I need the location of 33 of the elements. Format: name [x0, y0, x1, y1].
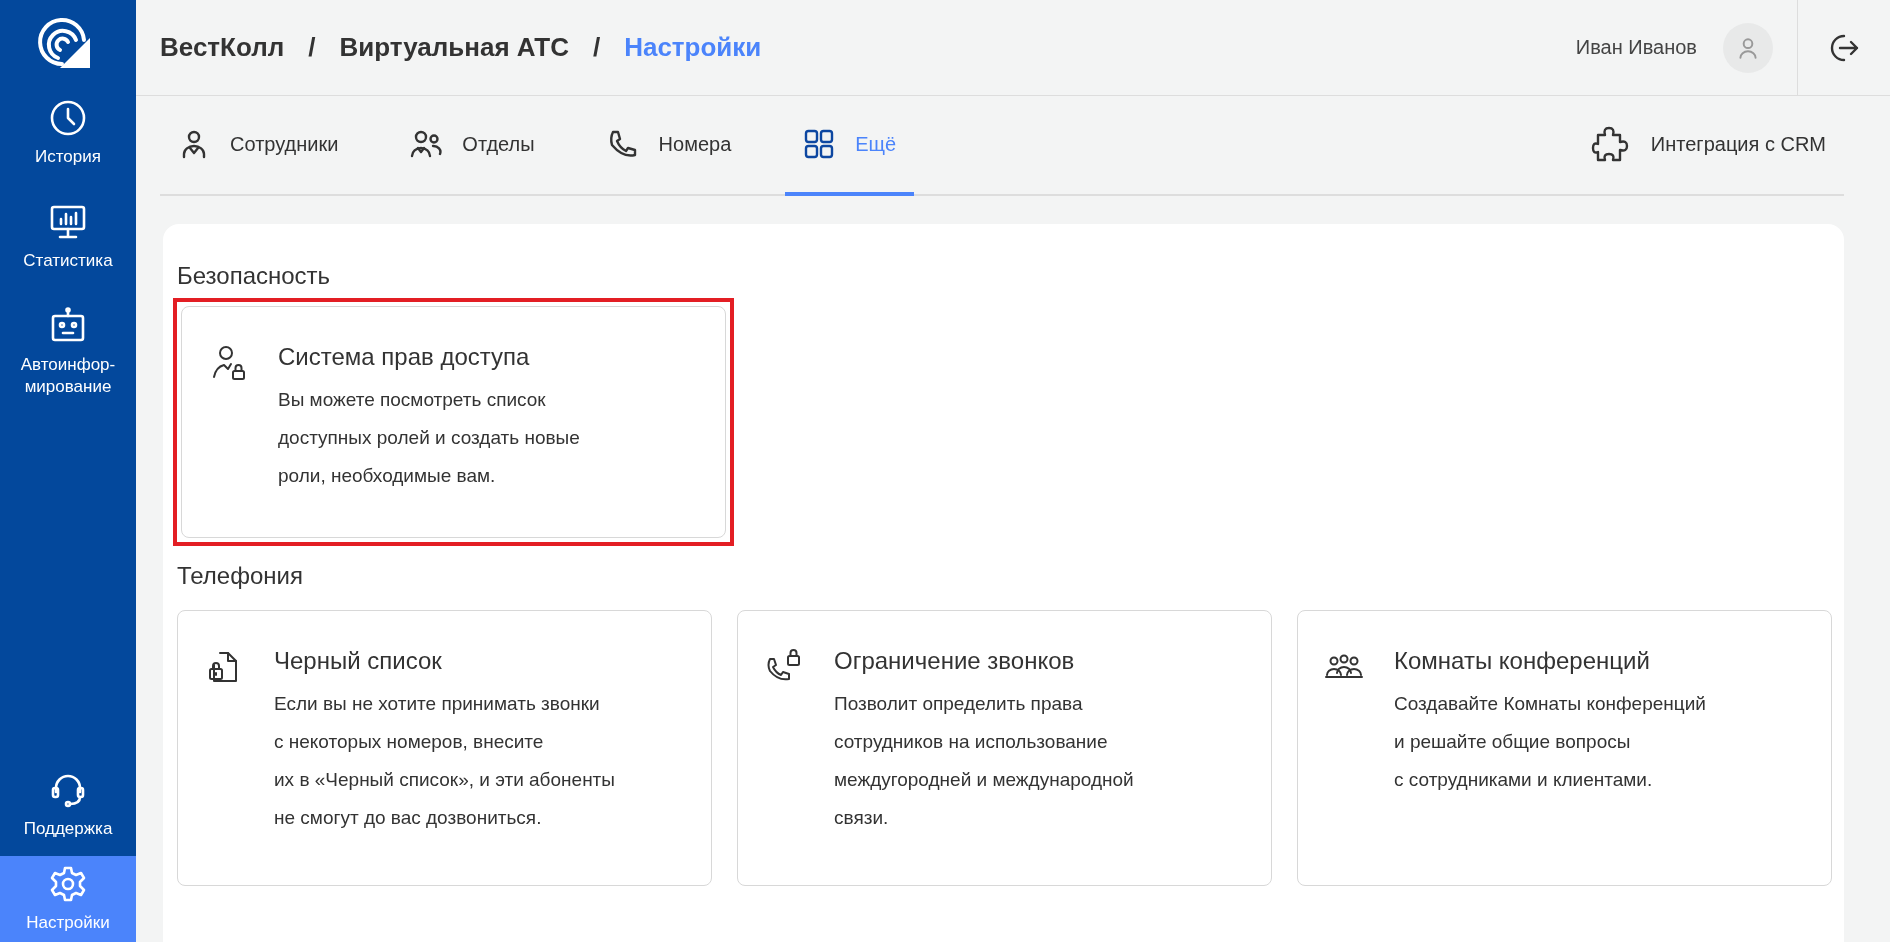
clock-icon	[48, 98, 88, 138]
sidebar-item[interactable]: Настройки	[0, 855, 136, 942]
sidebar-item[interactable]: Поддержка	[0, 761, 136, 848]
card-description: Создавайте Комнаты конференций и решайте общие вопросы с сотрудниками и клиентами.	[1394, 692, 1706, 792]
card-title: Система прав доступа	[278, 343, 531, 371]
sidebar-item[interactable]: История	[0, 90, 136, 177]
settings-card[interactable]: Система прав доступа Вы можете посмотреть список доступных ролей и создать новые роли, необходимые вам.	[181, 306, 726, 538]
settings-card[interactable]: Комнаты конференций Создавайте Комнаты конференций и решайте общие вопросы с сотрудниками и клиентами.	[1297, 610, 1832, 886]
people-icon	[410, 128, 443, 160]
tab[interactable]: Отделы	[392, 96, 553, 196]
grid-icon	[803, 128, 836, 160]
breadcrumb-link[interactable]: ВестКолл	[160, 32, 285, 63]
card-description: Вы можете посмотреть список доступных ролей и создать новые роли, необходимые вам.	[278, 388, 580, 488]
tab[interactable]: Интеграция с CRM	[1572, 96, 1844, 196]
section-title: Телефония	[177, 562, 304, 590]
tab[interactable]: Номера	[588, 96, 750, 196]
card-description: Если вы не хотите принимать звонки с некоторых номеров, внесите их в «Черный список», и эти абоненты не смогут до вас дозвониться.	[274, 692, 615, 830]
card-title: Ограничение звонков	[834, 647, 1076, 675]
avatar[interactable]	[1723, 22, 1773, 73]
card-title: Комнаты конференций	[1394, 647, 1651, 675]
sidebar-item[interactable]: Статистика	[0, 194, 136, 281]
breadcrumb-link[interactable]: Виртуальная АТС	[339, 32, 569, 63]
breadcrumb-separator: /	[308, 32, 316, 63]
sidebar-item[interactable]: Автоинфор- мирование	[0, 298, 136, 407]
section-title: Безопасность	[177, 262, 332, 290]
breadcrumb-separator: /	[592, 32, 601, 63]
card-title: Черный список	[274, 647, 443, 675]
tab[interactable]: Сотрудники	[160, 96, 357, 196]
settings-card[interactable]: Ограничение звонков Позволит определить права сотрудников на использование междугородней и международной связи.	[737, 610, 1272, 886]
user-name: Иван Иванов	[1575, 36, 1697, 59]
puzzle-icon	[1590, 124, 1631, 164]
settings-card[interactable]: Черный список Если вы не хотите принимать звонки с некоторых номеров, внесите их в «Черный список», и эти абоненты не смогут до вас дозвониться.	[177, 610, 712, 886]
card-description: Позволит определить права сотрудников на использование междугородней и международной связи.	[834, 692, 1134, 830]
